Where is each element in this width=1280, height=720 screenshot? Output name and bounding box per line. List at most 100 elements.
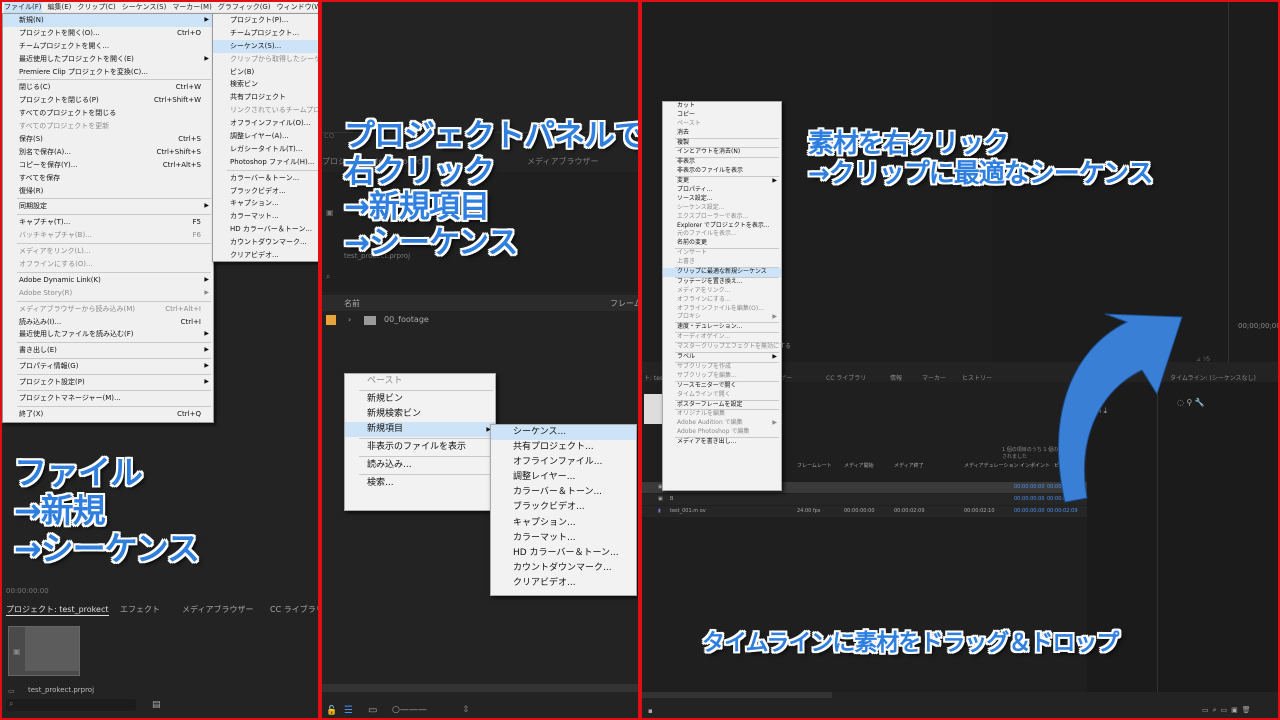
list-item[interactable]: › 00_footage xyxy=(322,312,638,330)
menu-item[interactable]: カウントダウンマーク... xyxy=(491,561,636,576)
menu-item[interactable]: 同期設定 ▶ xyxy=(3,200,213,213)
menu-item[interactable]: Photoshop ファイル(H)... xyxy=(213,156,318,169)
menubar-item[interactable]: クリップ(C) xyxy=(77,2,115,13)
menu-item[interactable]: 変更 ▶ xyxy=(663,177,781,186)
menu-item[interactable]: 非表示 xyxy=(663,158,781,167)
menu-item[interactable]: HD カラーバー＆トーン... xyxy=(213,223,318,236)
menu-item[interactable]: 新規検索ビン xyxy=(345,407,495,422)
tab-cc-library[interactable]: CC ライブラリ xyxy=(826,373,866,382)
menu-item[interactable]: 終了(X) Ctrl+Q xyxy=(3,408,213,421)
menu-item[interactable]: プロジェクト(P)... xyxy=(213,14,318,27)
menu-item[interactable]: 共有プロジェクト xyxy=(213,91,318,104)
menu-item[interactable]: シーケンス... xyxy=(491,425,636,441)
menu-item[interactable]: 最近使用したファイルを読み込む(F) ▶ xyxy=(3,328,213,341)
menu-item[interactable]: プロジェクト設定(P) ▶ xyxy=(3,376,213,389)
menu-item[interactable]: 検索ビン xyxy=(213,78,318,91)
tab-effects[interactable]: エフェクト xyxy=(120,604,160,615)
menu-item[interactable]: 複製 xyxy=(663,139,781,148)
menu-item[interactable]: チームプロジェクト... xyxy=(213,27,318,40)
menu-item[interactable]: 調整レイヤー... xyxy=(491,470,636,485)
menu-item[interactable]: ブラックビデオ... xyxy=(491,500,636,515)
menu-item[interactable]: チームプロジェクトを開く... xyxy=(3,40,213,53)
menu-item[interactable]: 読み込み... xyxy=(345,458,495,473)
tab-history[interactable]: ヒストリー xyxy=(962,373,992,382)
menu-item[interactable]: クリアビデオ... xyxy=(491,576,636,591)
menu-item[interactable]: コピーを保存(Y)... Ctrl+Alt+S xyxy=(3,159,213,172)
menu-item[interactable]: クリップに最適な新規シーケンス xyxy=(663,268,781,277)
menu-item[interactable]: 書き出し(E) ▶ xyxy=(3,344,213,357)
menu-item[interactable]: インとアウトを消去(N) xyxy=(663,148,781,157)
menu-item[interactable]: すべてのプロジェクトを閉じる xyxy=(3,107,213,120)
menu-item[interactable]: カラーマット... xyxy=(491,531,636,546)
menubar-item[interactable]: ファイル(F) xyxy=(4,2,42,13)
menu-item[interactable]: ソース設定... xyxy=(663,195,781,204)
icon-view-icon[interactable]: ▭ xyxy=(368,705,377,716)
file-menu-dropdown[interactable]: 新規(N) ▶ プロジェクトを開く(O)... Ctrl+O チームプロジェクトを開く.… xyxy=(2,13,214,423)
menu-item[interactable]: レガシータイトル(T)... xyxy=(213,143,318,156)
project-tabs[interactable]: プロジェクト: test_prokect エフェクト メディアブラウザー CC … xyxy=(2,600,318,618)
menubar-item[interactable]: ウィンドウ(W) xyxy=(277,2,318,13)
new-bin-icon[interactable]: ▤ xyxy=(152,700,161,710)
menu-item[interactable]: 調整レイヤー(A)... xyxy=(213,130,318,143)
menu-item[interactable]: 最近使用したプロジェクトを開く(E) ▶ xyxy=(3,53,213,66)
tab-info[interactable]: 情報 xyxy=(890,373,902,382)
menu-item[interactable]: HD カラーバー＆トーン... xyxy=(491,546,636,561)
chevron-right-icon[interactable]: › xyxy=(348,315,351,324)
menu-bar[interactable]: ファイル(F) 編集(E) クリップ(C) シーケンス(S) マーカー(M) グラフィック… xyxy=(2,2,318,13)
menu-item[interactable]: コピー xyxy=(663,111,781,120)
menu-item[interactable]: カウントダウンマーク... xyxy=(213,236,318,249)
menu-item[interactable]: オフラインファイル(O)... xyxy=(213,117,318,130)
col-framerate[interactable]: フレームレート xyxy=(797,462,832,469)
menu-item[interactable]: 読み込み(I)... Ctrl+I xyxy=(3,316,213,329)
menu-item[interactable]: 検索... xyxy=(345,476,495,491)
col-frame[interactable]: フレーム xyxy=(610,298,638,309)
menubar-item[interactable]: 編集(E) xyxy=(48,2,72,13)
menu-item[interactable]: キャプション... xyxy=(213,197,318,210)
menu-item[interactable]: 別名で保存(A)... Ctrl+Shift+S xyxy=(3,146,213,159)
menu-item[interactable]: キャプション... xyxy=(491,516,636,531)
new-item-submenu[interactable]: シーケンス... 共有プロジェクト... オフラインファイル... 調整レイヤー...… xyxy=(490,424,637,596)
menu-item[interactable]: 閉じる(C) Ctrl+W xyxy=(3,81,213,94)
menu-item[interactable]: カット xyxy=(663,102,781,111)
sort-icon[interactable]: ⇕ xyxy=(462,705,470,715)
menu-item[interactable]: 共有プロジェクト... xyxy=(491,440,636,455)
menubar-item[interactable]: シーケンス(S) xyxy=(122,2,167,13)
tab-markers[interactable]: マーカー xyxy=(922,373,946,382)
menubar-item[interactable]: マーカー(M) xyxy=(172,2,212,13)
menu-item[interactable]: オフラインファイル... xyxy=(491,455,636,470)
menu-item[interactable]: 新規(N) ▶ xyxy=(3,14,213,27)
menu-item[interactable]: キャプチャ(T)... F5 xyxy=(3,216,213,229)
col-name[interactable]: 名前 xyxy=(344,298,360,309)
clip-context-menu[interactable]: カット コピー ペースト 消去 複製 インとアウトを消去(N) 非表示 非表示のファイルを表示… xyxy=(662,101,791,491)
tab-cc-library[interactable]: CC ライブラリ xyxy=(270,604,318,615)
horizontal-scrollbar[interactable] xyxy=(322,684,638,692)
lock-icon[interactable]: ▪ xyxy=(648,707,653,715)
horizontal-scrollbar[interactable] xyxy=(642,692,832,698)
menu-item[interactable]: 保存(S) Ctrl+S xyxy=(3,133,213,146)
menu-item[interactable]: ラベル ▶ xyxy=(663,353,781,362)
menu-item[interactable]: プロパティ... xyxy=(663,186,781,195)
menu-item[interactable]: 消去 xyxy=(663,129,781,138)
menu-item[interactable]: プロジェクトマネージャー(M)... xyxy=(3,392,213,405)
menu-item[interactable]: プロジェクトを開く(O)... Ctrl+O xyxy=(3,27,213,40)
menu-item[interactable]: ビン(B) xyxy=(213,66,318,79)
tab-media-browser[interactable]: メディアブラウザー xyxy=(182,604,253,615)
menu-item[interactable]: すべてを保存 xyxy=(3,172,213,185)
lock-icon[interactable]: 🔓 xyxy=(326,706,337,716)
col-media-end[interactable]: メディア終了 xyxy=(894,462,924,469)
menu-item[interactable]: Premiere Clip プロジェクトを変換(C)... xyxy=(3,66,213,79)
new-submenu[interactable]: プロジェクト(P)... チームプロジェクト... シーケンス(S)... クリップか… xyxy=(212,13,318,262)
list-view-icon[interactable]: ☰ xyxy=(344,705,353,716)
tab-project[interactable]: プロジェクト: test_prokect xyxy=(6,604,109,616)
menu-item[interactable]: プロパティ情報(G) ▶ xyxy=(3,360,213,373)
col-media-start[interactable]: メディア開始 xyxy=(844,462,874,469)
menu-item[interactable]: 非表示のファイルを表示 xyxy=(663,167,781,176)
project-thumbnail[interactable]: ▣ xyxy=(8,626,80,676)
menu-item[interactable]: クリアビデオ... xyxy=(213,249,318,262)
zoom-slider[interactable]: ○——— xyxy=(392,705,427,715)
menubar-item[interactable]: グラフィック(G) xyxy=(218,2,271,13)
menu-item[interactable]: 新規項目 ▶ xyxy=(345,422,495,437)
menu-item[interactable]: ソースモニターで開く xyxy=(663,382,781,391)
menu-item[interactable]: シーケンス(S)... xyxy=(213,39,318,53)
menu-item[interactable]: ブラックビデオ... xyxy=(213,185,318,198)
